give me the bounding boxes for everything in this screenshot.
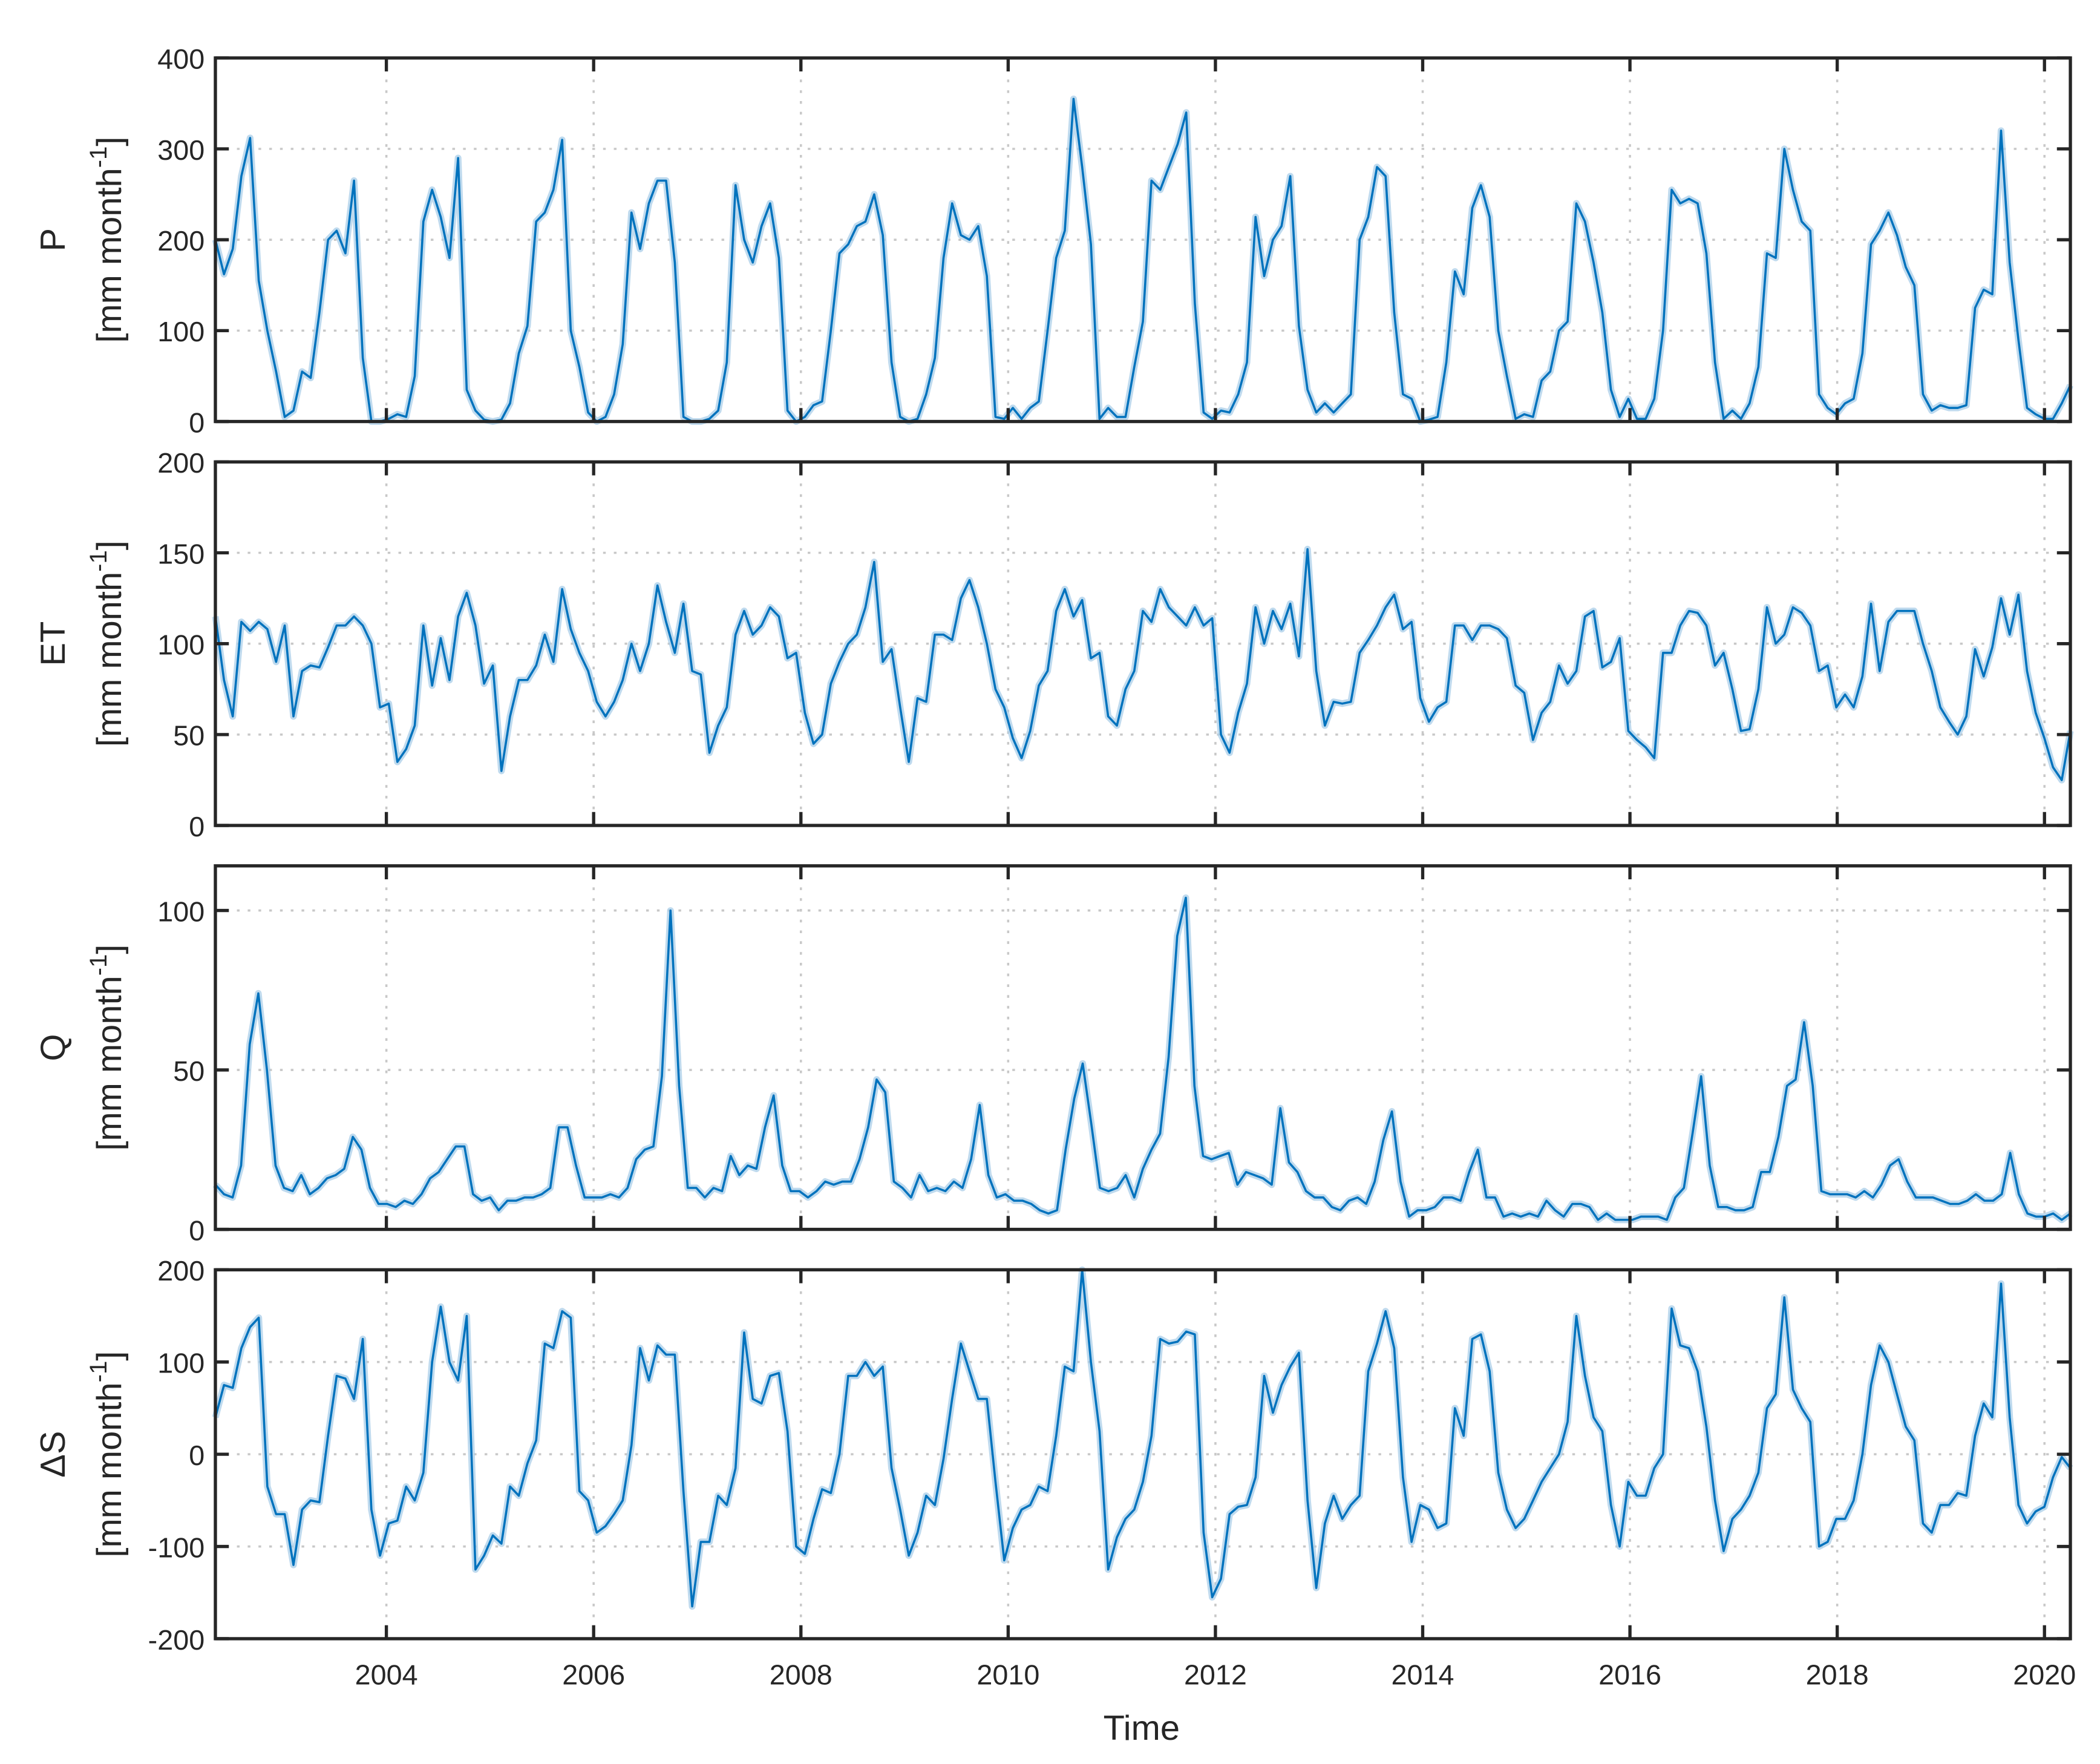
unit-text: [mm month [90,975,129,1150]
unit-exponent: -1 [85,550,112,572]
y-tick-label: 100 [157,896,204,927]
unit-exponent: -1 [85,954,112,976]
uncertainty-band-3 [212,1266,2073,1610]
y-tick-label: 200 [157,447,204,479]
x-tick-label: 2014 [1392,1659,1454,1691]
uncertainty-band-0 [212,95,2074,425]
x-tick-label: 2018 [1806,1659,1869,1691]
uncertainty-band-1 [212,545,2074,784]
x-tick-label: 2012 [1184,1659,1247,1691]
y-axis-unit: [mm month-1] [85,945,129,1151]
y-tick-label: 200 [157,225,204,257]
y-axis-label: P [mm month-1] [34,137,129,343]
y-axis-unit: [mm month-1] [85,1351,129,1558]
unit-text: ] [90,540,129,550]
y-tick-label: 200 [157,1255,204,1287]
y-axis-label: ET [mm month-1] [34,540,129,747]
y-axis-variable: Q [34,1034,73,1061]
x-axis-label: Time [1104,1709,1180,1748]
unit-text: ] [90,137,129,146]
water-balance-chart: Time 0100200300400P [mm month-1]050100150… [34,44,2076,1748]
unit-text: [mm month [90,1382,129,1557]
x-tick-label: 2010 [976,1659,1039,1691]
y-tick-label: 0 [189,811,204,842]
y-tick-label: 300 [157,134,204,166]
panel-q: 0 50 100 Q [mm month-1] [34,864,2073,1246]
y-tick-label: 400 [157,44,204,75]
y-tick-label: 100 [157,316,204,347]
x-tick-label: 2006 [562,1659,625,1691]
unit-text: ] [90,945,129,954]
x-tick-label: 2004 [355,1659,418,1691]
y-tick-label: 50 [173,720,204,752]
y-tick-label: 0 [189,1440,204,1471]
y-tick-label: 100 [157,629,204,660]
y-tick-label: 100 [157,1348,204,1379]
y-tick-label: 150 [157,538,204,569]
y-axis-variable: P [34,228,73,252]
x-tick-label: 2016 [1598,1659,1661,1691]
panel-p: 0 100 200 300 400 P [mm month-1] [34,44,2074,438]
x-tick-label: 2008 [770,1659,832,1691]
y-tick-label: 0 [189,1215,204,1246]
series-line-0 [214,97,2072,423]
series-line-2 [214,896,2072,1221]
y-axis-variable: ΔS [34,1431,73,1478]
y-axis-label: Q [mm month-1] [34,945,129,1151]
y-axis-label: ΔS [mm month-1] [34,1351,129,1558]
y-tick-label: -100 [148,1532,205,1563]
unit-text: ] [90,1351,129,1361]
unit-text: [mm month [90,168,129,343]
x-tick-label: 2020 [2013,1659,2076,1691]
series-line-3 [214,1268,2072,1608]
panel-et: 0 50 100 150 200 ET [mm month-1] [34,447,2074,842]
y-tick-label: -200 [148,1624,205,1656]
y-axis-unit: [mm month-1] [85,540,129,747]
unit-exponent: -1 [85,146,112,168]
y-axis-variable: ET [34,621,73,666]
y-tick-label: 0 [189,407,204,438]
unit-text: [mm month [90,572,129,747]
unit-exponent: -1 [85,1361,112,1383]
y-tick-label: 50 [173,1055,204,1087]
panel-delta-s: -200 -100 0 100 200 ΔS [mm month-1] 2004 2006 200… [34,1255,2076,1691]
y-axis-unit: [mm month-1] [85,137,129,343]
